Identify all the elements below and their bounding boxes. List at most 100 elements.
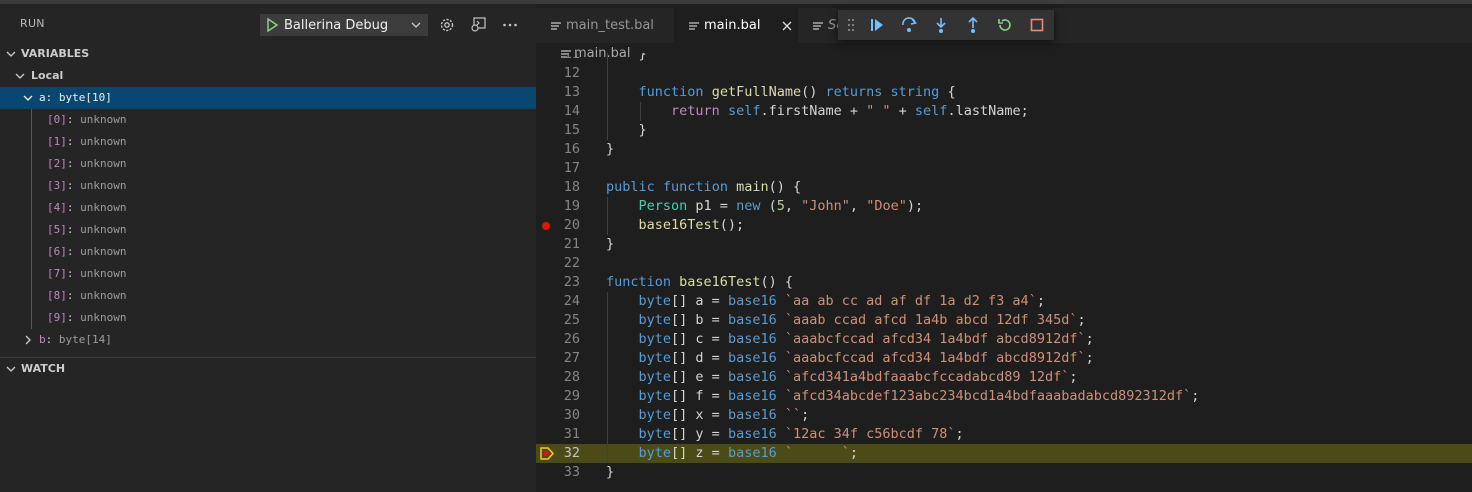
- debug-console-icon[interactable]: [469, 16, 487, 34]
- element-value: unknown: [80, 245, 127, 258]
- step-into-icon[interactable]: [932, 16, 950, 34]
- step-out-icon[interactable]: [964, 16, 982, 34]
- stop-icon[interactable]: [1028, 16, 1046, 34]
- variables-section-header[interactable]: VARIABLES: [0, 43, 536, 65]
- array-element-row[interactable]: [6]: unknown: [0, 241, 536, 263]
- array-element-row[interactable]: [5]: unknown: [0, 219, 536, 241]
- debug-config-label: Ballerina Debug: [284, 18, 389, 33]
- element-value: unknown: [80, 311, 127, 324]
- code-line: 20 base16Test();: [536, 216, 1472, 235]
- variable-b[interactable]: b: byte[14]: [0, 329, 536, 351]
- array-element-row[interactable]: [0]: unknown: [0, 109, 536, 131]
- run-view-title: RUN: [20, 17, 45, 30]
- element-label: [5]: unknown: [47, 223, 127, 236]
- code-line: 12: [536, 64, 1472, 83]
- array-element-row[interactable]: [9]: unknown: [0, 307, 536, 329]
- line-text: }: [606, 141, 615, 157]
- code-line: 22: [536, 254, 1472, 273]
- chevron-down-icon: [15, 73, 25, 79]
- line-text: byte[] a = base16 `aa ab cc ad af df 1a …: [638, 293, 1045, 309]
- line-text: Person p1 = new (5, "John", "Doe");: [638, 198, 924, 214]
- element-value: unknown: [80, 157, 127, 170]
- debug-config-select[interactable]: Ballerina Debug: [260, 14, 428, 36]
- code-line: 11 }: [536, 53, 1472, 64]
- line-text: byte[] y = base16 `12ac 34f c56bcdf 78`;: [638, 426, 964, 442]
- variable-type: byte[10]: [58, 91, 112, 104]
- code-line: 27 byte[] d = base16 `aaabcfccad afcd34 …: [536, 349, 1472, 368]
- variable-name: a: [39, 91, 46, 104]
- code-editor[interactable]: 11 } 12 13 function getFullName() returns …: [536, 53, 1472, 492]
- line-number: 25: [563, 312, 580, 328]
- line-number: 15: [563, 122, 580, 138]
- line-number: 16: [563, 141, 580, 157]
- element-index: [2]: [47, 157, 67, 170]
- tab-label: main_test.bal: [566, 18, 654, 33]
- line-number: 23: [563, 274, 580, 290]
- line-text: byte[] e = base16 `afcd341a4bdfaaabcfcca…: [638, 369, 1078, 385]
- element-label: [3]: unknown: [47, 179, 127, 192]
- array-element-row[interactable]: [1]: unknown: [0, 131, 536, 153]
- code-line: 25 byte[] b = base16 `aaab ccad afcd 1a4…: [536, 311, 1472, 330]
- line-number: 18: [563, 179, 580, 195]
- run-sidebar: RUN Ballerina Debug VARIABLES Local a: b…: [0, 0, 536, 492]
- scope-local[interactable]: Local: [0, 65, 536, 87]
- watch-header-label: WATCH: [21, 362, 66, 375]
- variable-a[interactable]: a: byte[10]: [0, 87, 536, 109]
- array-element-row[interactable]: [8]: unknown: [0, 285, 536, 307]
- chevron-right-icon: [25, 335, 31, 345]
- tab-main-test[interactable]: main_test.bal: [536, 8, 674, 43]
- chevron-down-icon: [411, 22, 421, 28]
- line-number: 24: [563, 293, 580, 309]
- line-text: byte[] x = base16 ``;: [638, 407, 810, 423]
- line-number: 20: [563, 217, 580, 233]
- element-label: [1]: unknown: [47, 135, 127, 148]
- element-label: [8]: unknown: [47, 289, 127, 302]
- chevron-down-icon: [6, 51, 16, 57]
- array-element-row[interactable]: [2]: unknown: [0, 153, 536, 175]
- element-value: unknown: [80, 289, 127, 302]
- array-element-row[interactable]: [4]: unknown: [0, 197, 536, 219]
- code-line: 19 Person p1 = new (5, "John", "Doe");: [536, 197, 1472, 216]
- code-line: 21}: [536, 235, 1472, 254]
- element-label: [7]: unknown: [47, 267, 127, 280]
- scope-label: Local: [31, 69, 64, 82]
- line-text: public function main() {: [606, 179, 802, 195]
- restart-icon[interactable]: [996, 16, 1014, 34]
- element-index: [9]: [47, 311, 67, 324]
- debug-toolbar: [838, 10, 1054, 40]
- gear-icon[interactable]: [438, 16, 456, 34]
- element-label: [2]: unknown: [47, 157, 127, 170]
- element-value: unknown: [80, 267, 127, 280]
- variable-label: b: byte[14]: [39, 333, 112, 346]
- code-line: 29 byte[] f = base16 `afcd34abcdef123abc…: [536, 387, 1472, 406]
- line-number: 22: [563, 255, 580, 271]
- line-number: 28: [563, 369, 580, 385]
- element-index: [8]: [47, 289, 67, 302]
- variables-header-label: VARIABLES: [21, 47, 90, 60]
- play-icon[interactable]: [265, 17, 279, 33]
- line-number: 26: [563, 331, 580, 347]
- line-number: 33: [563, 464, 580, 480]
- watch-section-header[interactable]: WATCH: [0, 358, 536, 380]
- line-number: 21: [563, 236, 580, 252]
- element-label: [0]: unknown: [47, 113, 127, 126]
- line-text: function getFullName() returns string {: [638, 84, 956, 100]
- element-index: [5]: [47, 223, 67, 236]
- step-over-icon[interactable]: [900, 16, 918, 34]
- line-text: byte[] z = base16 ` `;: [638, 445, 859, 461]
- code-line: 15 }: [536, 121, 1472, 140]
- array-element-row[interactable]: [3]: unknown: [0, 175, 536, 197]
- line-number: 13: [563, 84, 580, 100]
- drag-grip-icon[interactable]: [847, 18, 855, 32]
- more-actions-icon[interactable]: [501, 16, 519, 34]
- file-lines-icon: [551, 22, 561, 30]
- array-element-row[interactable]: [7]: unknown: [0, 263, 536, 285]
- code-line: 14 return self.firstName + " " + self.la…: [536, 102, 1472, 121]
- line-text: byte[] c = base16 `aaabcfccad afcd34 1a4…: [638, 331, 1094, 347]
- close-icon[interactable]: [780, 19, 794, 33]
- element-value: unknown: [80, 201, 127, 214]
- continue-icon[interactable]: [868, 16, 886, 34]
- tab-main[interactable]: main.bal: [674, 8, 798, 43]
- current-line: 32 byte[] z = base16 ` `;: [536, 444, 1472, 463]
- variable-name: b: [39, 333, 46, 346]
